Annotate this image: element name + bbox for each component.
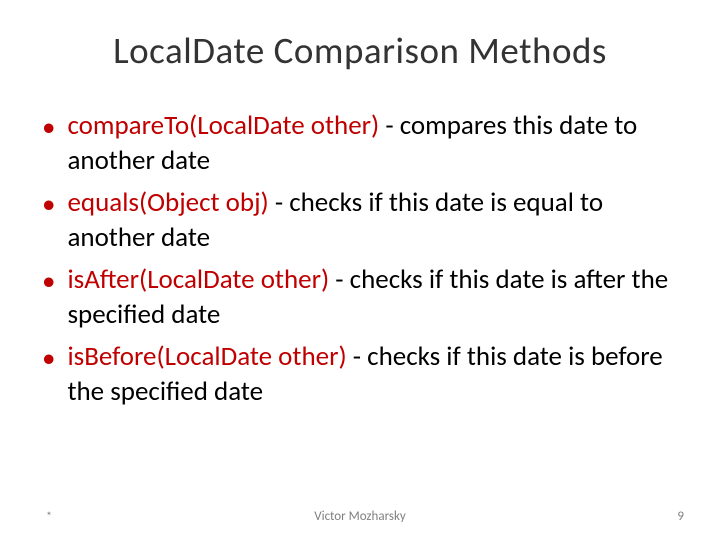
bullet-icon: • [42,111,55,146]
list-item: • isAfter(LocalDate other) - checks if t… [42,263,678,332]
bullet-text: isAfter(LocalDate other) - checks if thi… [67,263,678,332]
bullet-icon: • [42,265,55,300]
list-item: • isBefore(LocalDate other) - checks if … [42,340,678,409]
list-item: • compareTo(LocalDate other) - compares … [42,109,678,178]
method-name: isBefore(LocalDate other) [67,340,346,373]
slide-title: LocalDate Comparison Methods [0,0,720,109]
method-name: compareTo(LocalDate other) [67,109,379,142]
footer-asterisk: * [46,510,52,524]
slide-content: • compareTo(LocalDate other) - compares … [0,109,720,409]
list-item: • equals(Object obj) - checks if this da… [42,186,678,255]
bullet-icon: • [42,188,55,223]
method-name: equals(Object obj) [67,186,268,219]
bullet-text: equals(Object obj) - checks if this date… [67,186,678,255]
bullet-icon: • [42,342,55,377]
method-name: isAfter(LocalDate other) [67,263,329,296]
footer-page-number: 9 [677,509,684,524]
footer-author: Victor Mozharsky [314,509,406,524]
slide-footer: * Victor Mozharsky 9 [0,509,720,524]
bullet-text: compareTo(LocalDate other) - compares th… [67,109,678,178]
bullet-text: isBefore(LocalDate other) - checks if th… [67,340,678,409]
